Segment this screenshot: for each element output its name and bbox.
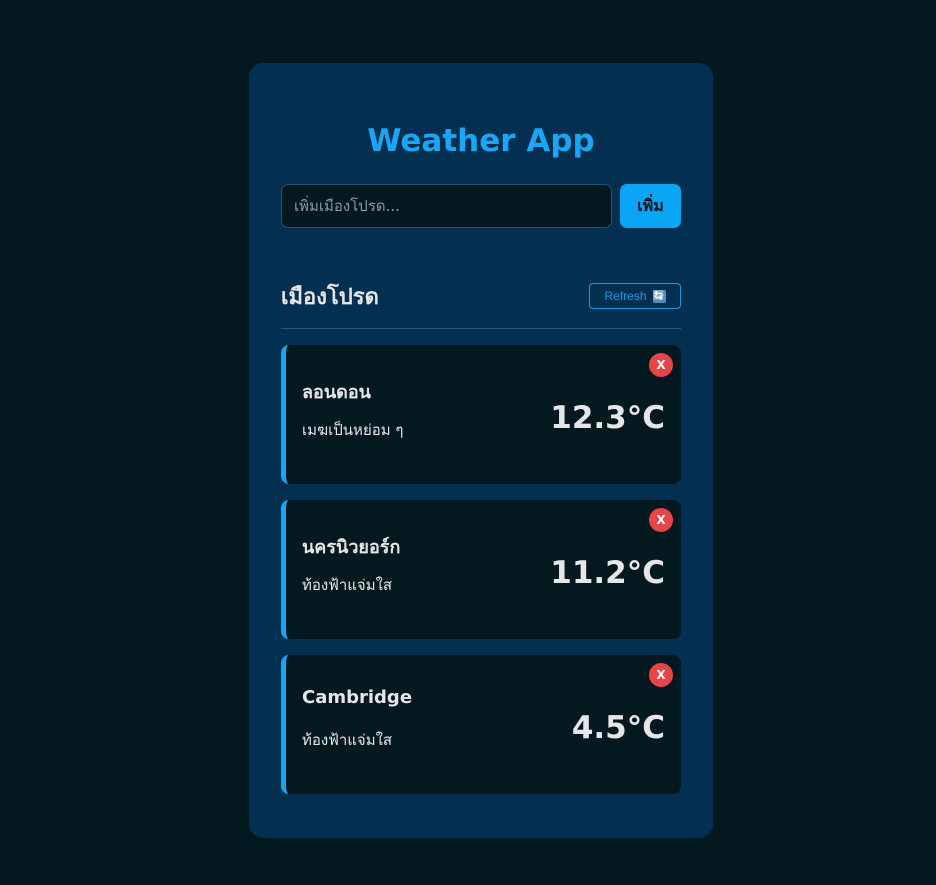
remove-city-button[interactable]: X [649,353,673,377]
weather-description: เมฆเป็นหย่อม ๆ [302,421,404,439]
divider [281,328,681,329]
add-city-button[interactable]: เพิ่ม [620,184,681,228]
temperature: 12.3°C [550,400,665,436]
city-card: Cambridge ท้องฟ้าแจ่มใส 4.5°C X [281,655,681,794]
temperature: 4.5°C [571,710,665,746]
weather-description: ท้องฟ้าแจ่มใส [302,731,393,749]
city-name: นครนิวยอร์ก [302,537,401,558]
remove-city-button[interactable]: X [649,508,673,532]
refresh-label: Refresh [604,289,647,303]
city-card: นครนิวยอร์ก ท้องฟ้าแจ่มใส 11.2°C X [281,500,681,639]
refresh-icon: 🔄 [652,289,666,303]
weather-description: ท้องฟ้าแจ่มใส [302,576,393,594]
temperature: 11.2°C [550,555,665,591]
favorite-cities-list: ลอนดอน เมฆเป็นหย่อม ๆ 12.3°C X นครนิวยอร… [281,345,681,794]
city-name: ลอนดอน [302,382,371,403]
remove-city-button[interactable]: X [649,663,673,687]
city-name: Cambridge [302,687,413,708]
weather-app-panel: Weather App เพิ่ม เมืองโปรด Refresh 🔄 ลอ… [249,63,713,838]
city-card: ลอนดอน เมฆเป็นหย่อม ๆ 12.3°C X [281,345,681,484]
city-search-input[interactable] [281,184,612,228]
refresh-button[interactable]: Refresh 🔄 [589,283,681,309]
favorites-header: เมืองโปรด Refresh 🔄 [281,282,681,310]
app-title: Weather App [367,123,595,159]
add-city-form: เพิ่ม [281,184,681,228]
favorites-title: เมืองโปรด [281,284,379,310]
